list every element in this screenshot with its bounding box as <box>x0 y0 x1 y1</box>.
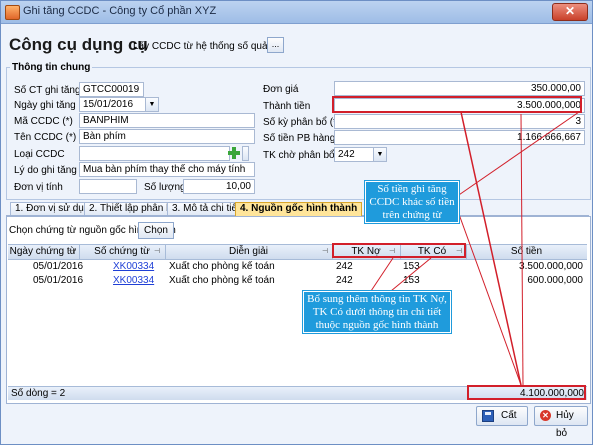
close-button[interactable]: ✕ <box>552 3 588 21</box>
window-title: Ghi tăng CCDC - Công ty Cổ phần XYZ <box>23 5 217 17</box>
total-highlight-box <box>467 385 586 400</box>
app-icon <box>5 5 20 20</box>
save-button[interactable]: Cất <box>476 406 528 426</box>
accounts-highlight-box <box>332 243 466 258</box>
name-input[interactable]: Bàn phím <box>79 129 255 144</box>
amount-label: Thành tiền <box>263 101 311 112</box>
date-value: 15/01/2016 <box>83 99 134 110</box>
qty-label: Số lượng <box>144 182 186 193</box>
per-period-input[interactable]: 1.166.666,667 <box>334 130 585 145</box>
page-title: Công cụ dụng cụ <box>9 35 148 54</box>
type-dropdown-icon[interactable] <box>243 147 248 160</box>
price-label: Đơn giá <box>263 84 299 95</box>
row-amount: 3.500.000,000 <box>519 261 583 272</box>
unit-input[interactable] <box>79 179 137 194</box>
date-label: Ngày ghi tăng (*) <box>14 100 90 111</box>
col-doc-no-filter-icon[interactable]: ⊣ <box>154 248 161 255</box>
cancel-icon: ✕ <box>540 410 551 421</box>
col-doc-no[interactable]: Số chứng từ <box>80 246 164 258</box>
row-amount: 600.000,000 <box>527 275 583 286</box>
periods-label: Số kỳ phân bổ (*) <box>263 117 341 128</box>
col-description[interactable]: Diễn giải <box>166 246 331 258</box>
amount-mismatch-callout: Số tiền ghi tăng CCDC khác số tiền trên … <box>365 181 459 223</box>
qty-input[interactable]: 10,00 <box>183 179 255 194</box>
date-dropdown-icon[interactable]: ▼ <box>145 98 158 111</box>
row-date: 05/01/2016 <box>33 275 84 286</box>
row-date: 05/01/2016 <box>33 261 84 272</box>
row-debit: 242 <box>336 275 353 286</box>
row-credit: 153 <box>403 261 420 272</box>
row-debit: 242 <box>336 261 353 272</box>
doc-no-input[interactable]: GTCC00019 <box>79 82 144 97</box>
row-count: Số dòng = 2 <box>11 388 66 399</box>
col-description-filter-icon[interactable]: ⊣ <box>322 248 329 255</box>
row-doc-link[interactable]: XK00334 <box>113 275 154 286</box>
price-input[interactable]: 350.000,00 <box>334 81 585 96</box>
origin-grid-header: Ngày chứng từ ⊣ Số chứng từ ⊣ Diễn giải … <box>8 244 587 260</box>
row-description: Xuất cho phòng kế toán <box>169 261 275 272</box>
pending-account-label: TK chờ phân bổ <box>263 150 335 161</box>
name-label: Tên CCDC (*) <box>14 132 77 143</box>
fetch-from-system-button[interactable]: ... <box>267 37 284 53</box>
dialog-window: Ghi tăng CCDC - Công ty Cổ phần XYZ ✕ Cô… <box>0 0 593 445</box>
fetch-from-system-label: Lấy CCDC từ hệ thống số quản trị <box>133 41 285 52</box>
accounts-callout: Bổ sung thêm thông tin TK Nợ, TK Có dưới… <box>303 291 451 333</box>
cancel-button[interactable]: ✕ Hủy bỏ <box>534 406 588 439</box>
row-credit: 153 <box>403 275 420 286</box>
reason-label: Lý do ghi tăng <box>14 165 77 176</box>
col-amount[interactable]: Số tiền <box>467 246 586 258</box>
col-date-filter-icon[interactable]: ⊣ <box>68 248 75 255</box>
title-bar: Ghi tăng CCDC - Công ty Cổ phần XYZ ✕ <box>1 1 592 24</box>
choose-origin-button[interactable]: Chọn ... <box>138 222 174 251</box>
save-icon <box>482 410 494 422</box>
general-info-title: Thông tin chung <box>10 62 93 73</box>
save-label: Cất <box>501 410 517 421</box>
type-select[interactable] <box>79 146 230 161</box>
amount-highlight-box <box>332 96 582 113</box>
date-input[interactable]: 15/01/2016 ▼ <box>79 97 159 112</box>
reason-input[interactable]: Mua bàn phím thay thế cho máy tính <box>79 162 255 177</box>
row-doc-link[interactable]: XK00334 <box>113 261 154 272</box>
code-input[interactable]: BANPHIM <box>79 113 255 128</box>
code-label: Mã CCDC (*) <box>14 116 73 127</box>
unit-label: Đơn vị tính <box>14 182 63 193</box>
tab-description[interactable]: 3. Mô tả chi tiết <box>167 202 245 215</box>
type-label: Loại CCDC <box>14 149 65 160</box>
periods-input[interactable]: 3 <box>334 114 585 129</box>
type-dropdown[interactable] <box>242 146 249 161</box>
add-type-icon[interactable] <box>228 147 240 159</box>
pending-account-select[interactable]: 242 ▼ <box>334 147 387 162</box>
detail-tabs: 1. Đơn vị sử dụng 2. Thiết lập phân bổ 3… <box>6 202 589 216</box>
row-description: Xuất cho phòng kế toán <box>169 275 275 286</box>
pending-account-value: 242 <box>338 149 355 160</box>
tab-origin[interactable]: 4. Nguồn gốc hình thành <box>235 202 363 216</box>
cancel-label: Hủy bỏ <box>556 410 574 439</box>
pending-account-dropdown-icon[interactable]: ▼ <box>373 148 386 161</box>
